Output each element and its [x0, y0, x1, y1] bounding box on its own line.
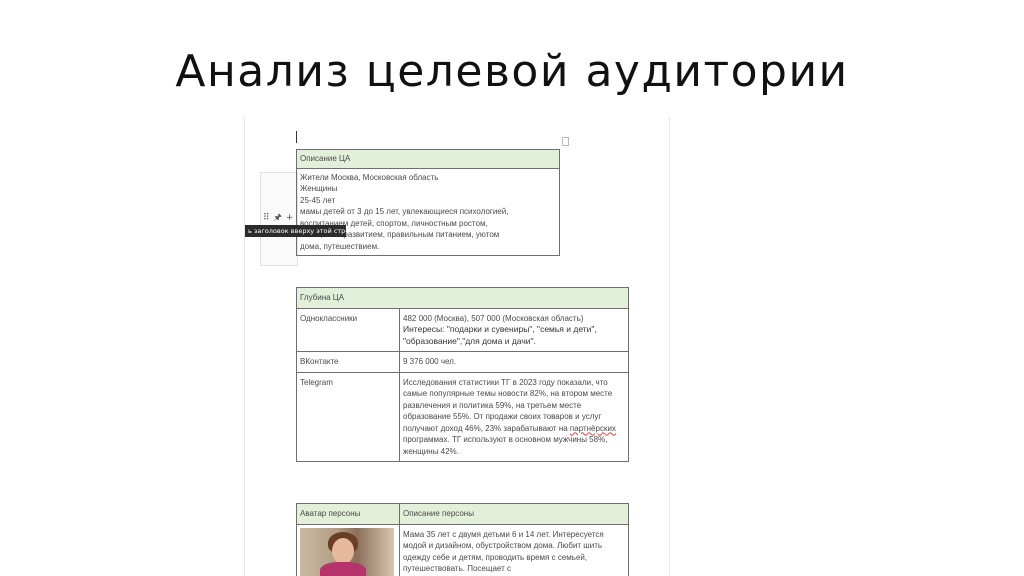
slide-title: Анализ целевой аудитории: [175, 46, 849, 97]
row-controls: ⠿ 🖈 +: [263, 210, 297, 226]
text-cursor: [296, 131, 297, 143]
text-line: Женщины: [300, 184, 338, 193]
table-cell-label[interactable]: ВКонтакте: [296, 351, 400, 373]
table-header[interactable]: Аватар персоны: [296, 503, 400, 525]
add-row-icon[interactable]: +: [286, 213, 294, 223]
audience-count: 482 000 (Москва), 507 000 (Московская об…: [403, 313, 584, 323]
table-row: Мама 35 лет с двумя детьми 6 и 14 лет. И…: [296, 523, 629, 576]
grip-icon[interactable]: ⠿: [263, 213, 270, 223]
table-cell[interactable]: Жители Москва, Московская область Женщин…: [296, 167, 560, 256]
avatar-cell[interactable]: [296, 523, 400, 576]
persona-table: Аватар персоны Описание персоны Мама 35 …: [296, 503, 629, 576]
spellcheck-word[interactable]: партнёрских: [570, 424, 616, 433]
table-header[interactable]: Описание персоны: [399, 503, 629, 525]
audience-depth-table: Глубина ЦА Одноклассники 482 000 (Москва…: [296, 287, 629, 462]
tooltip: ь заголовок вверху этой строки: [245, 225, 346, 237]
text-line: мамы детей от 3 до 15 лет, увлекающиеся …: [300, 207, 509, 216]
table-resize-handle[interactable]: [562, 137, 569, 146]
table-cell-value[interactable]: 9 376 000 чел.: [399, 351, 629, 373]
text-line: Жители Москва, Московская область: [300, 172, 439, 182]
table-row: ВКонтакте 9 376 000 чел.: [296, 351, 629, 373]
table-header[interactable]: Глубина ЦА: [296, 287, 629, 309]
avatar: [300, 527, 394, 576]
table-cell-value[interactable]: Исследования статистики ТГ в 2023 году п…: [399, 371, 629, 462]
pin-icon[interactable]: 🖈: [274, 213, 282, 223]
document-page: ⠿ 🖈 + Описание ЦА Жители Москва, Московска…: [244, 117, 670, 576]
table-row: Одноклассники 482 000 (Москва), 507 000 …: [296, 307, 629, 352]
avatar-shirt: [320, 561, 366, 576]
table-row: Telegram Исследования статистики ТГ в 20…: [296, 371, 629, 462]
text-line: дома, путешествием.: [300, 241, 380, 251]
text-line: 25-45 лет: [300, 195, 336, 205]
interests-text: Интересы: "подарки и сувениры", "семья и…: [403, 324, 597, 346]
table-cell-value[interactable]: 482 000 (Москва), 507 000 (Московская об…: [399, 307, 629, 352]
avatar-face: [332, 537, 354, 564]
audience-description-table: Описание ЦА Жители Москва, Московская об…: [296, 149, 560, 256]
table-cell-label[interactable]: Telegram: [296, 371, 400, 462]
table-cell-label[interactable]: Одноклассники: [296, 307, 400, 352]
telegram-text-end: программах. ТГ используют в основном муж…: [403, 435, 608, 456]
table-header[interactable]: Описание ЦА: [296, 149, 560, 169]
persona-description[interactable]: Мама 35 лет с двумя детьми 6 и 14 лет. И…: [399, 523, 629, 576]
